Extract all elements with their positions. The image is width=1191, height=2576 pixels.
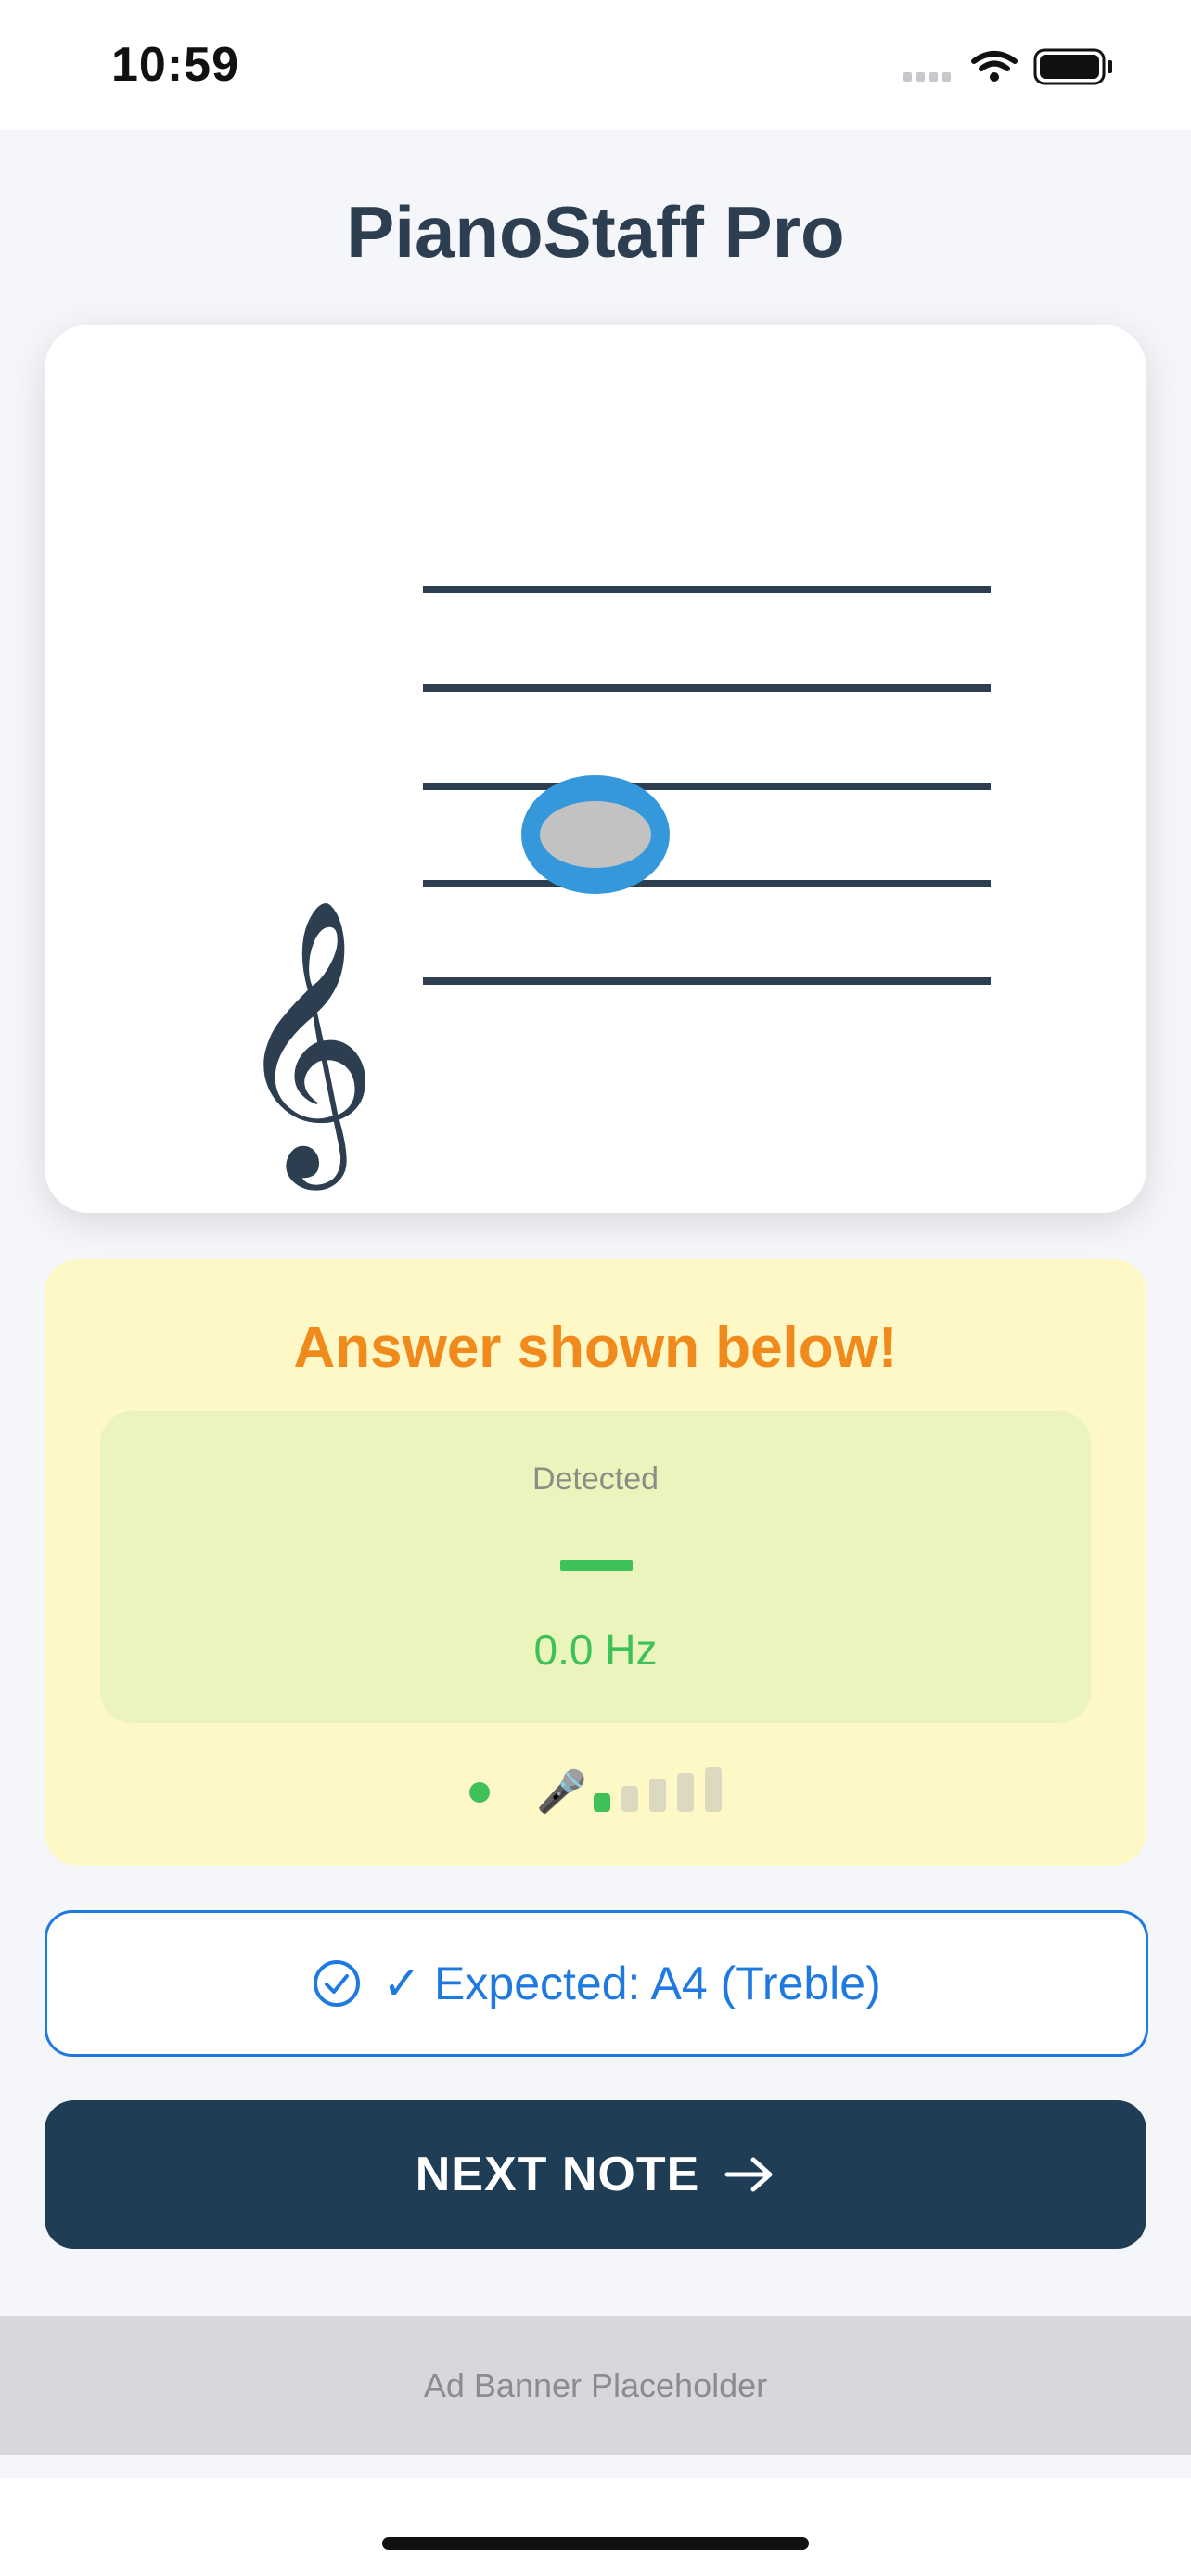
treble-clef-icon: 𝄞: [235, 898, 378, 1192]
expected-answer-text: ✓ Expected: A4 (Treble): [382, 1958, 881, 2009]
expected-answer-box: ✓ Expected: A4 (Treble): [45, 1910, 1148, 2057]
detected-label: Detected: [531, 1461, 660, 1497]
status-bar: 10:59: [0, 0, 1191, 130]
note-head[interactable]: [521, 775, 670, 894]
staff-lines: [423, 586, 991, 985]
status-icons: [903, 48, 1112, 85]
note-fill: [540, 801, 651, 868]
cellular-signal-icon: [903, 72, 951, 82]
level-bar: [705, 1767, 722, 1812]
level-bar: [677, 1773, 694, 1812]
next-note-label: NEXT NOTE: [415, 2148, 700, 2201]
battery-icon: [1033, 48, 1112, 85]
bottom-safe-area: [0, 2478, 1191, 2576]
next-note-button[interactable]: NEXT NOTE: [45, 2100, 1146, 2249]
ad-banner-text: Ad Banner Placeholder: [423, 2366, 768, 2404]
app-title: PianoStaff Pro: [346, 191, 845, 273]
detected-panel: Detected 0.0 Hz: [100, 1411, 1091, 1723]
listening-indicator: [469, 1782, 490, 1803]
level-bar: [649, 1779, 666, 1812]
detected-note-placeholder: [560, 1560, 633, 1571]
staff-card: 𝄞: [45, 325, 1146, 1213]
wifi-icon: [971, 51, 1018, 82]
feedback-title: Answer shown below!: [293, 1316, 898, 1380]
home-indicator[interactable]: [382, 2537, 809, 2550]
detected-frequency: 0.0 Hz: [533, 1626, 658, 1674]
music-staff: 𝄞: [235, 586, 991, 1192]
arrow-right-icon: [724, 2157, 773, 2192]
status-time: 10:59: [111, 38, 239, 92]
microphone-icon: 🎤: [536, 1769, 587, 1815]
mic-status-row: 🎤: [45, 1760, 1146, 1825]
level-bar: [621, 1786, 638, 1812]
feedback-card: Answer shown below! Detected 0.0 Hz 🎤: [45, 1259, 1146, 1866]
level-bar: [594, 1793, 610, 1812]
check-circle-icon: [314, 1960, 361, 2007]
ad-banner[interactable]: Ad Banner Placeholder: [0, 2316, 1191, 2455]
